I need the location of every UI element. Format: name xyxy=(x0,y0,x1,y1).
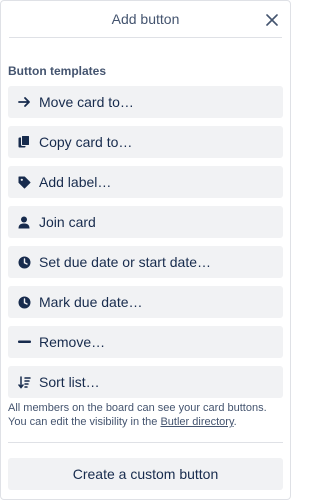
create-custom-button[interactable]: Create a custom button xyxy=(8,458,283,490)
clock-icon xyxy=(17,295,31,309)
minus-icon xyxy=(17,335,31,349)
button-label: Sort list… xyxy=(39,374,100,390)
button-label: Remove… xyxy=(39,334,106,350)
set-due-date-button[interactable]: Set due date or start date… xyxy=(8,246,283,278)
remove-button[interactable]: Remove… xyxy=(8,326,283,358)
member-icon xyxy=(17,215,31,229)
add-label-button[interactable]: Add label… xyxy=(8,166,283,198)
move-card-button[interactable]: Move card to… xyxy=(8,86,283,118)
button-label: Mark due date… xyxy=(39,294,143,310)
copy-card-button[interactable]: Copy card to… xyxy=(8,126,283,158)
sort-list-button[interactable]: Sort list… xyxy=(8,366,283,398)
butler-directory-link[interactable]: Butler directory xyxy=(160,416,233,428)
close-icon xyxy=(266,14,278,26)
mark-due-date-button[interactable]: Mark due date… xyxy=(8,286,283,318)
copy-icon xyxy=(17,135,31,149)
popover-header: Add button xyxy=(9,1,282,38)
arrow-right-icon xyxy=(17,95,31,109)
button-label: Copy card to… xyxy=(39,134,133,150)
clock-icon xyxy=(17,255,31,269)
popover-title: Add button xyxy=(111,11,180,27)
button-label: Set due date or start date… xyxy=(39,254,211,270)
divider xyxy=(8,442,283,443)
close-button[interactable] xyxy=(262,10,282,30)
button-label: Join card xyxy=(39,214,96,230)
label-icon xyxy=(17,175,31,189)
section-title: Button templates xyxy=(8,64,107,78)
template-button-list: Move card to… Copy card to… Add label… J… xyxy=(8,86,283,398)
join-card-button[interactable]: Join card xyxy=(8,206,283,238)
button-label: Add label… xyxy=(39,174,112,190)
button-label: Move card to… xyxy=(39,94,134,110)
add-button-popover: Add button Button templates Move card to… xyxy=(0,0,291,500)
visibility-note: All members on the board can see your ca… xyxy=(8,401,283,429)
note-text-end: . xyxy=(233,416,237,428)
sort-icon xyxy=(17,375,31,389)
